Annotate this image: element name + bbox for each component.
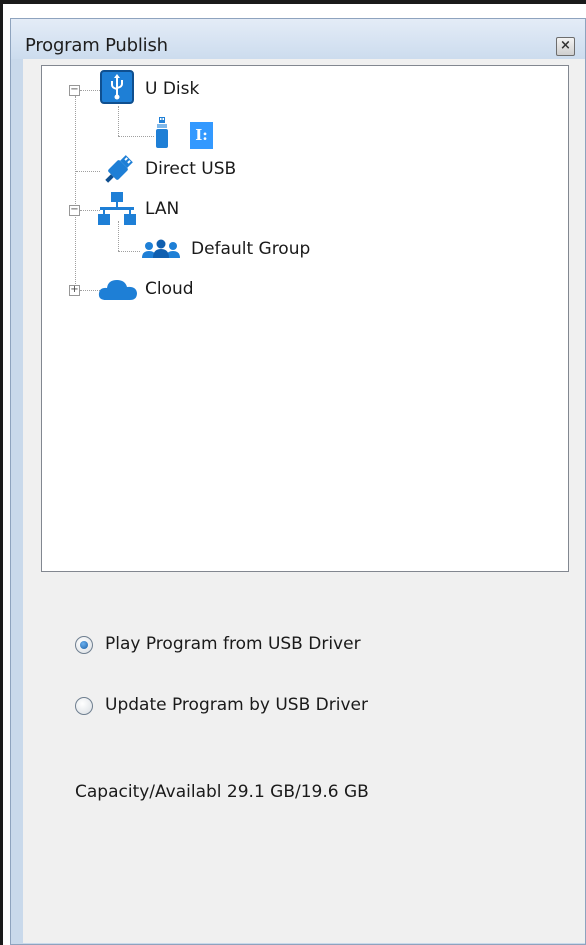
usb-cable-icon: [105, 155, 133, 183]
screen-left-edge: [0, 0, 3, 945]
tree-line: [75, 96, 76, 296]
usb-disk-icon: [100, 70, 134, 104]
usb-stick-icon: [156, 117, 168, 148]
network-icon: [98, 192, 136, 225]
collapse-toggle[interactable]: −: [69, 85, 80, 96]
tree-line: [80, 210, 100, 211]
panel-content: − U Disk I: Direct USB − LAN Default Gro…: [23, 59, 585, 943]
tree-line: [80, 90, 100, 91]
tree-line: [118, 136, 154, 137]
tree-node-label: Default Group: [191, 239, 311, 259]
option-label: Update Program by USB Driver: [105, 695, 368, 715]
capacity-readout: Capacity/Availabl 29.1 GB/19.6 GB: [75, 782, 369, 802]
close-icon: ×: [560, 38, 571, 53]
tree-node-label: U Disk: [145, 79, 200, 99]
tree-node-label: Cloud: [145, 279, 194, 299]
title-bar[interactable]: Program Publish ×: [11, 19, 585, 59]
option-label: Play Program from USB Driver: [105, 634, 361, 654]
screen-top-edge: [0, 0, 586, 4]
window-title: Program Publish: [25, 35, 168, 56]
tree-node-label: Direct USB: [145, 159, 237, 179]
publish-target-tree[interactable]: − U Disk I: Direct USB − LAN Default Gro…: [41, 65, 569, 572]
tree-line: [118, 251, 140, 252]
expand-toggle[interactable]: +: [69, 285, 80, 296]
program-publish-window: Program Publish × − U Disk I: Direct USB…: [10, 18, 586, 945]
tree-line: [76, 171, 100, 172]
selected-drive-label[interactable]: I:: [190, 122, 213, 149]
radio-button[interactable]: [75, 697, 93, 715]
tree-line: [118, 106, 119, 136]
tree-line: [80, 290, 100, 291]
cloud-icon: [98, 280, 137, 300]
collapse-toggle[interactable]: −: [69, 205, 80, 216]
tree-node-label: LAN: [145, 199, 180, 219]
radio-button-checked[interactable]: [75, 636, 93, 654]
close-button[interactable]: ×: [556, 37, 575, 56]
users-group-icon: [142, 239, 180, 258]
